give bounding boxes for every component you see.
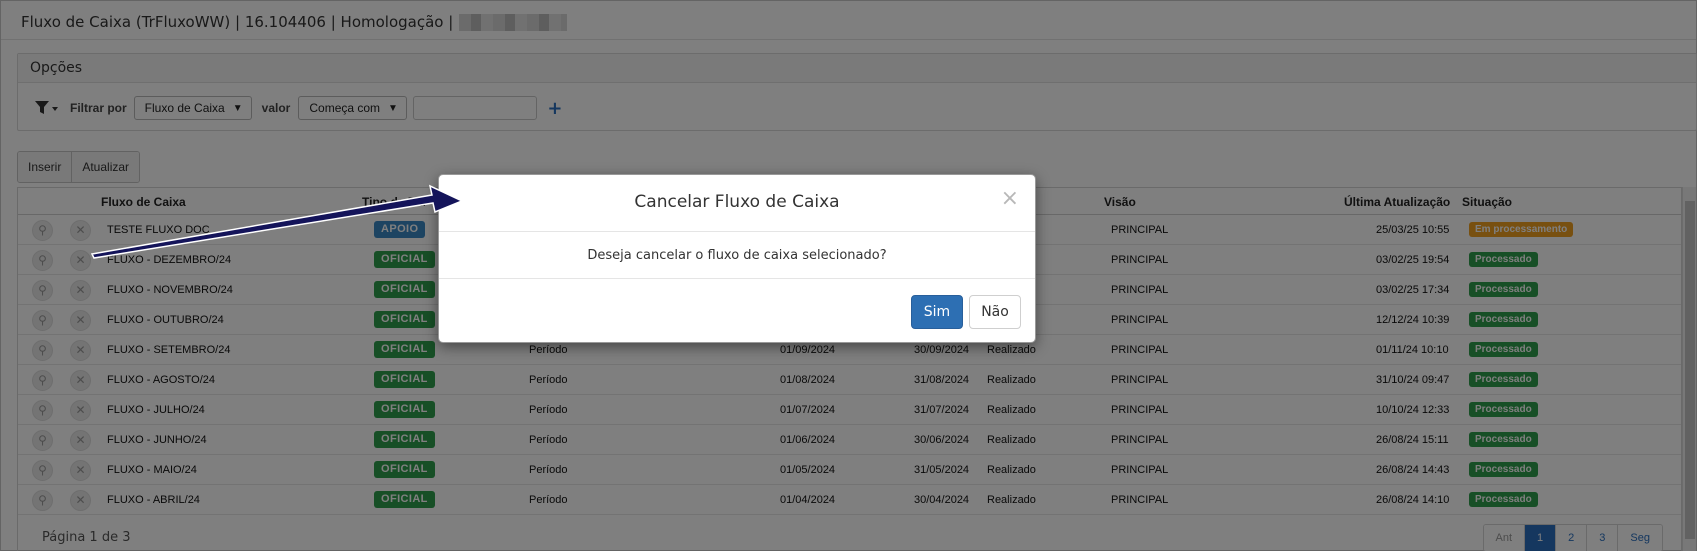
cancel-dialog: Cancelar Fluxo de Caixa × Deseja cancela… — [438, 174, 1036, 343]
confirm-button[interactable]: Sim — [911, 295, 963, 329]
dialog-message: Deseja cancelar o fluxo de caixa selecio… — [439, 232, 1035, 279]
dialog-footer: Sim Não — [439, 279, 1035, 343]
dialog-title: Cancelar Fluxo de Caixa — [634, 192, 840, 212]
close-icon[interactable]: × — [1001, 188, 1019, 210]
cancel-button[interactable]: Não — [969, 295, 1021, 329]
dialog-header: Cancelar Fluxo de Caixa × — [439, 175, 1035, 232]
